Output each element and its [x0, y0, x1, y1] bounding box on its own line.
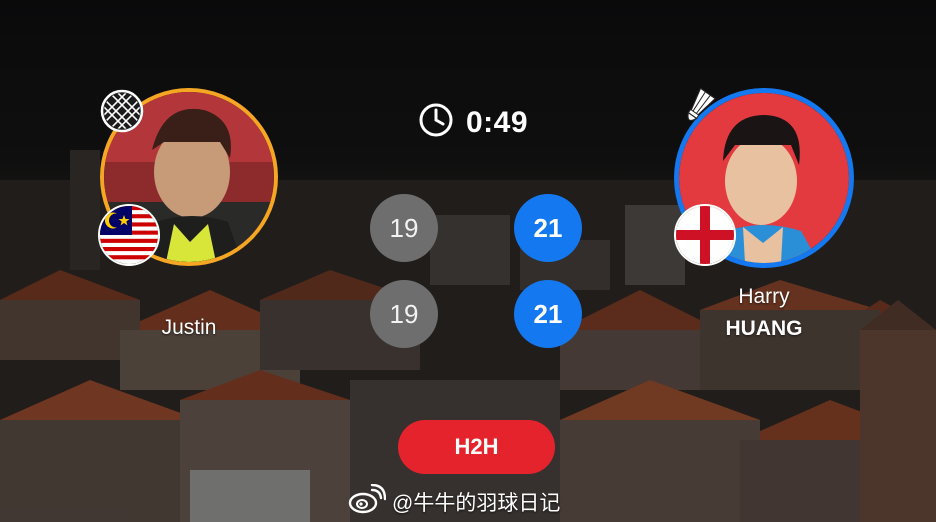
- watermark: @牛牛的羽球日记: [348, 483, 561, 520]
- weibo-icon: [348, 483, 387, 520]
- player-left-first-name: Justin: [161, 316, 217, 339]
- match-timer: 0:49: [418, 102, 528, 143]
- player-right[interactable]: [672, 86, 862, 276]
- game-1-right-score: 21: [514, 194, 582, 262]
- game-2-left-score: 19: [370, 280, 438, 348]
- game-2-right-score: 21: [514, 280, 582, 348]
- racket-icon: [100, 89, 144, 133]
- match-duration: 0:49: [466, 105, 529, 139]
- watermark-text: @牛牛的羽球日记: [392, 492, 561, 515]
- player-right-last-name: HUANG: [725, 317, 803, 340]
- player-right-first-name: Harry: [738, 285, 790, 308]
- game-1-left-score: 19: [370, 194, 438, 262]
- player-left[interactable]: [96, 86, 286, 276]
- h2h-button[interactable]: H2H: [398, 420, 555, 474]
- shuttlecock-icon: [674, 86, 720, 132]
- england-flag: [674, 204, 736, 266]
- malaysia-flag: [98, 204, 160, 266]
- clock-icon: [418, 102, 454, 143]
